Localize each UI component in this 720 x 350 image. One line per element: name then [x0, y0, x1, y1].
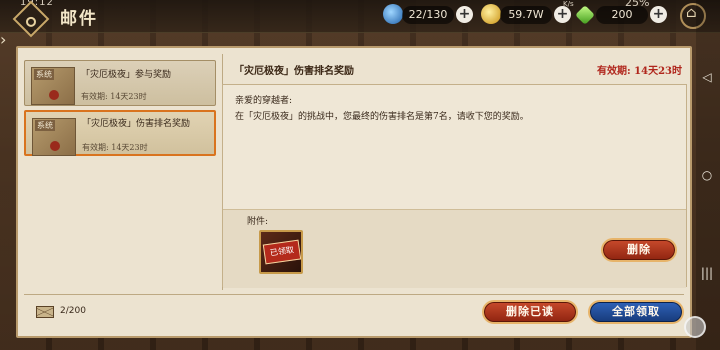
- home-nav-icon[interactable]: ○: [698, 168, 716, 182]
- detail-expiry: 有效期: 14天23时: [596, 66, 682, 77]
- claimed-stamp: 已领取: [262, 239, 302, 265]
- mail-item-expiry: 有效期: 14天23时: [82, 143, 148, 152]
- mail-item-title: 「灾厄极夜」参与奖励: [81, 70, 172, 80]
- stamina-value: 22/130: [402, 6, 454, 24]
- mail-count: 2/200: [60, 306, 86, 316]
- envelope-icon: [36, 306, 54, 318]
- claim-all-button[interactable]: 全部领取: [588, 300, 684, 324]
- recents-nav-icon[interactable]: |||: [698, 266, 716, 280]
- wax-seal-icon: [49, 90, 59, 100]
- back-nav-icon[interactable]: ◁: [698, 70, 716, 84]
- delete-button[interactable]: 删除: [601, 238, 677, 262]
- mail-greeting: 亲爱的穿越者:: [235, 96, 293, 106]
- mail-content: 亲爱的穿越者: 在「灾厄极夜」的挑战中，您最终的伤害排名是第7名，请收下您的奖励…: [222, 84, 687, 288]
- system-tag: 系统: [35, 120, 55, 131]
- detail-title: 「灾厄极夜」伤害排名奖励: [234, 66, 354, 77]
- delete-read-button[interactable]: 删除已读: [482, 300, 578, 324]
- mail-item-damage-rank[interactable]: 系统 「灾厄极夜」伤害排名奖励 有效期: 14天23时: [24, 110, 216, 156]
- system-tag: 系统: [34, 69, 54, 80]
- gold-value: 59.7W: [500, 6, 552, 24]
- add-gold-button[interactable]: +: [554, 6, 571, 23]
- add-gem-button[interactable]: +: [650, 6, 667, 23]
- chevron-right-icon[interactable]: ›: [0, 30, 14, 52]
- mail-list: 系统 「灾厄极夜」参与奖励 有效期: 14天23时 系统 「灾厄极夜」伤害排名奖…: [24, 54, 219, 290]
- mail-item-expiry: 有效期: 14天23时: [81, 92, 147, 101]
- scroll-icon: 系统: [31, 67, 75, 105]
- attachment-area: 附件: 已领取 删除: [223, 209, 686, 288]
- blue-orb-icon: [383, 4, 403, 24]
- horizontal-divider: [24, 294, 684, 295]
- page-title: 邮件: [60, 9, 98, 29]
- green-gem-icon: [575, 5, 595, 25]
- battery-level: 25%: [625, 0, 650, 9]
- net-speed: K/s: [563, 0, 574, 8]
- floating-assistant-icon[interactable]: [684, 316, 706, 338]
- attachment-label: 附件:: [247, 217, 269, 227]
- add-stamina-button[interactable]: +: [456, 6, 473, 23]
- attachment-item[interactable]: 已领取: [259, 230, 303, 274]
- top-bar: 19:12 邮件 22/130 + 59.7W + K/s 200 + 25%: [0, 0, 720, 38]
- gold-coin-icon: [481, 4, 501, 24]
- mail-body: 在「灾厄极夜」的挑战中，您最终的伤害排名是第7名，请收下您的奖励。: [235, 112, 529, 122]
- mail-item-participation[interactable]: 系统 「灾厄极夜」参与奖励 有效期: 14天23时: [24, 60, 216, 106]
- mail-panel: 系统 「灾厄极夜」参与奖励 有效期: 14天23时 系统 「灾厄极夜」伤害排名奖…: [16, 46, 692, 338]
- wax-seal-icon: [50, 141, 60, 151]
- mail-item-title: 「灾厄极夜」伤害排名奖励: [82, 119, 191, 129]
- scroll-icon: 系统: [32, 118, 76, 156]
